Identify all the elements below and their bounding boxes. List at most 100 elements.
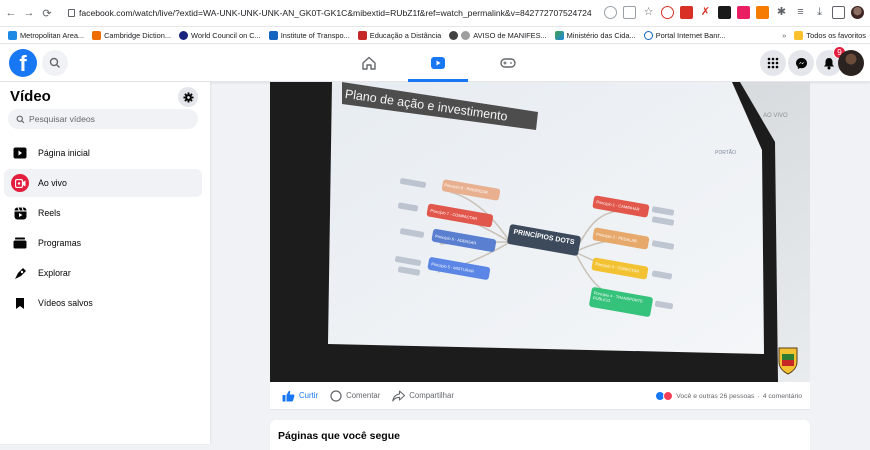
address-bar[interactable]: facebook.com/watch/live/?extid=WA-UNK-UN… <box>68 8 628 18</box>
bookmark-favicon-icon <box>554 30 564 40</box>
love-reaction-icon <box>663 391 674 401</box>
gear-icon <box>182 91 194 103</box>
reels-icon <box>11 204 29 222</box>
tab-gaming[interactable] <box>478 49 538 77</box>
reaction-summary[interactable]: Você e outras 26 pessoas · 4 comentário <box>655 391 802 401</box>
lock-icon <box>68 9 75 17</box>
share-button[interactable]: Compartilhar <box>392 389 454 402</box>
section-title: Páginas que você segue <box>278 430 400 442</box>
saved-icon <box>11 294 29 312</box>
bookmark-favicon-icon <box>357 30 367 40</box>
download-icon[interactable]: ⤓ <box>813 6 826 19</box>
comment-icon <box>330 389 342 402</box>
sidebar-item-shows[interactable]: Programas <box>4 229 202 257</box>
gaming-icon <box>500 58 516 68</box>
bookmark-favicon-icon <box>179 30 189 40</box>
brand-label: PORTÃO <box>715 150 737 156</box>
explore-icon <box>11 264 29 282</box>
messenger-button[interactable] <box>788 50 814 76</box>
like-button[interactable]: Curtir <box>282 390 318 402</box>
reading-list-icon[interactable]: ≡ <box>794 6 807 19</box>
grid-menu-icon <box>767 57 779 69</box>
menu-button[interactable] <box>760 50 786 76</box>
back-icon[interactable]: ← <box>4 7 18 19</box>
comment-label: Comentar <box>346 391 381 400</box>
bookmark-favicon-icon <box>268 30 278 40</box>
avatar[interactable] <box>838 50 864 76</box>
search-icon <box>49 57 60 68</box>
sidebar-item-reels[interactable]: Reels <box>4 199 202 227</box>
reload-icon[interactable]: ⟳ <box>40 7 54 20</box>
profile-avatar-icon[interactable] <box>851 6 864 19</box>
video-player[interactable]: Plano de ação e investimento PRINCÍPIOS … <box>270 82 810 382</box>
forward-icon[interactable]: → <box>22 7 36 19</box>
search-button[interactable] <box>42 50 68 76</box>
reactions-text: Você e outras 26 pessoas <box>676 392 755 400</box>
thumbs-up-icon <box>282 390 295 401</box>
side-panel-icon[interactable] <box>832 6 845 19</box>
other-bookmarks[interactable]: Todos os favoritos <box>794 30 866 40</box>
share-icon[interactable] <box>623 6 636 19</box>
tab-home[interactable] <box>339 49 399 77</box>
sidebar-item-label: Vídeos salvos <box>38 298 93 308</box>
sidebar-item-home[interactable]: Página inicial <box>4 139 202 167</box>
bookmark-item[interactable]: Portal Internet Banr... <box>643 30 726 40</box>
folder-icon <box>794 30 804 40</box>
bookmark-favicon-icon <box>92 30 102 40</box>
video-sidebar: Vídeo Pesquisar vídeos Página inicial Ao… <box>0 82 210 444</box>
bookmark-item[interactable]: Educação a Distância <box>357 30 441 40</box>
bookmark-favicon-icon <box>461 30 471 40</box>
dark-extension-icon[interactable] <box>718 6 731 19</box>
bell-icon <box>824 57 834 69</box>
bookmarks-bar: Metropolitan Area... Cambridge Diction..… <box>0 27 870 44</box>
sidebar-item-label: Página inicial <box>38 148 90 158</box>
comments-count[interactable]: 4 comentário <box>763 393 802 400</box>
bookmark-item[interactable]: Ministério das Cida... <box>554 30 636 40</box>
extension-icon[interactable] <box>661 6 674 19</box>
like-label: Curtir <box>299 391 319 400</box>
search-input[interactable]: Pesquisar vídeos <box>8 109 198 129</box>
messenger-icon <box>795 57 807 69</box>
home-play-icon <box>11 144 29 162</box>
share-label: Compartilhar <box>409 391 454 400</box>
bookmark-item[interactable]: Metropolitan Area... <box>8 30 84 40</box>
puzzle-icon[interactable]: ✱ <box>775 6 788 19</box>
facebook-header: f 9 <box>0 44 870 82</box>
translate-icon[interactable] <box>604 6 617 19</box>
tab-watch[interactable] <box>408 49 468 82</box>
sidebar-item-label: Reels <box>38 208 61 218</box>
bookmark-favicon-icon <box>449 30 459 40</box>
share-icon <box>392 389 406 402</box>
watch-icon <box>431 57 445 69</box>
followed-pages-section: Páginas que você segue <box>270 420 810 450</box>
bookmark-item[interactable]: Institute of Transpo... <box>268 30 350 40</box>
bookmark-favicon-icon <box>643 30 653 40</box>
sidebar-item-saved[interactable]: Vídeos salvos <box>4 289 202 317</box>
sidebar-item-live[interactable]: Ao vivo <box>4 169 202 197</box>
star-icon[interactable]: ☆ <box>642 6 655 19</box>
shows-icon <box>11 234 29 252</box>
separator: · <box>757 392 760 400</box>
extensions: ☆ ✗ ✱ ≡ ⤓ <box>604 6 864 19</box>
browser-toolbar: ← → ⟳ facebook.com/watch/live/?extid=WA-… <box>0 0 870 27</box>
search-placeholder: Pesquisar vídeos <box>29 114 95 124</box>
page-title: Vídeo <box>10 88 51 105</box>
search-icon <box>16 115 25 123</box>
pdf-extension-icon[interactable] <box>680 6 693 19</box>
orange-extension-icon[interactable] <box>756 6 769 19</box>
bookmarks-overflow[interactable]: » <box>782 31 786 40</box>
bookmark-item[interactable]: World Council on C... <box>179 30 261 40</box>
video-actions: Curtir Comentar Compartilhar Você e outr… <box>270 382 810 410</box>
bookmark-item[interactable]: Cambridge Diction... <box>92 30 171 40</box>
settings-button[interactable] <box>178 87 198 107</box>
sidebar-item-label: Ao vivo <box>38 178 67 188</box>
sidebar-item-explore[interactable]: Explorar <box>4 259 202 287</box>
bookmark-item[interactable]: AVISO de MANIFES... <box>449 30 547 40</box>
facebook-logo-icon[interactable]: f <box>9 49 37 77</box>
bookmark-favicon-icon <box>8 30 17 40</box>
comment-button[interactable]: Comentar <box>330 389 381 402</box>
pin-extension-icon[interactable]: ✗ <box>699 6 712 19</box>
sidebar-item-label: Programas <box>38 238 82 248</box>
pink-extension-icon[interactable] <box>737 6 750 19</box>
sidebar-item-label: Explorar <box>38 268 71 278</box>
